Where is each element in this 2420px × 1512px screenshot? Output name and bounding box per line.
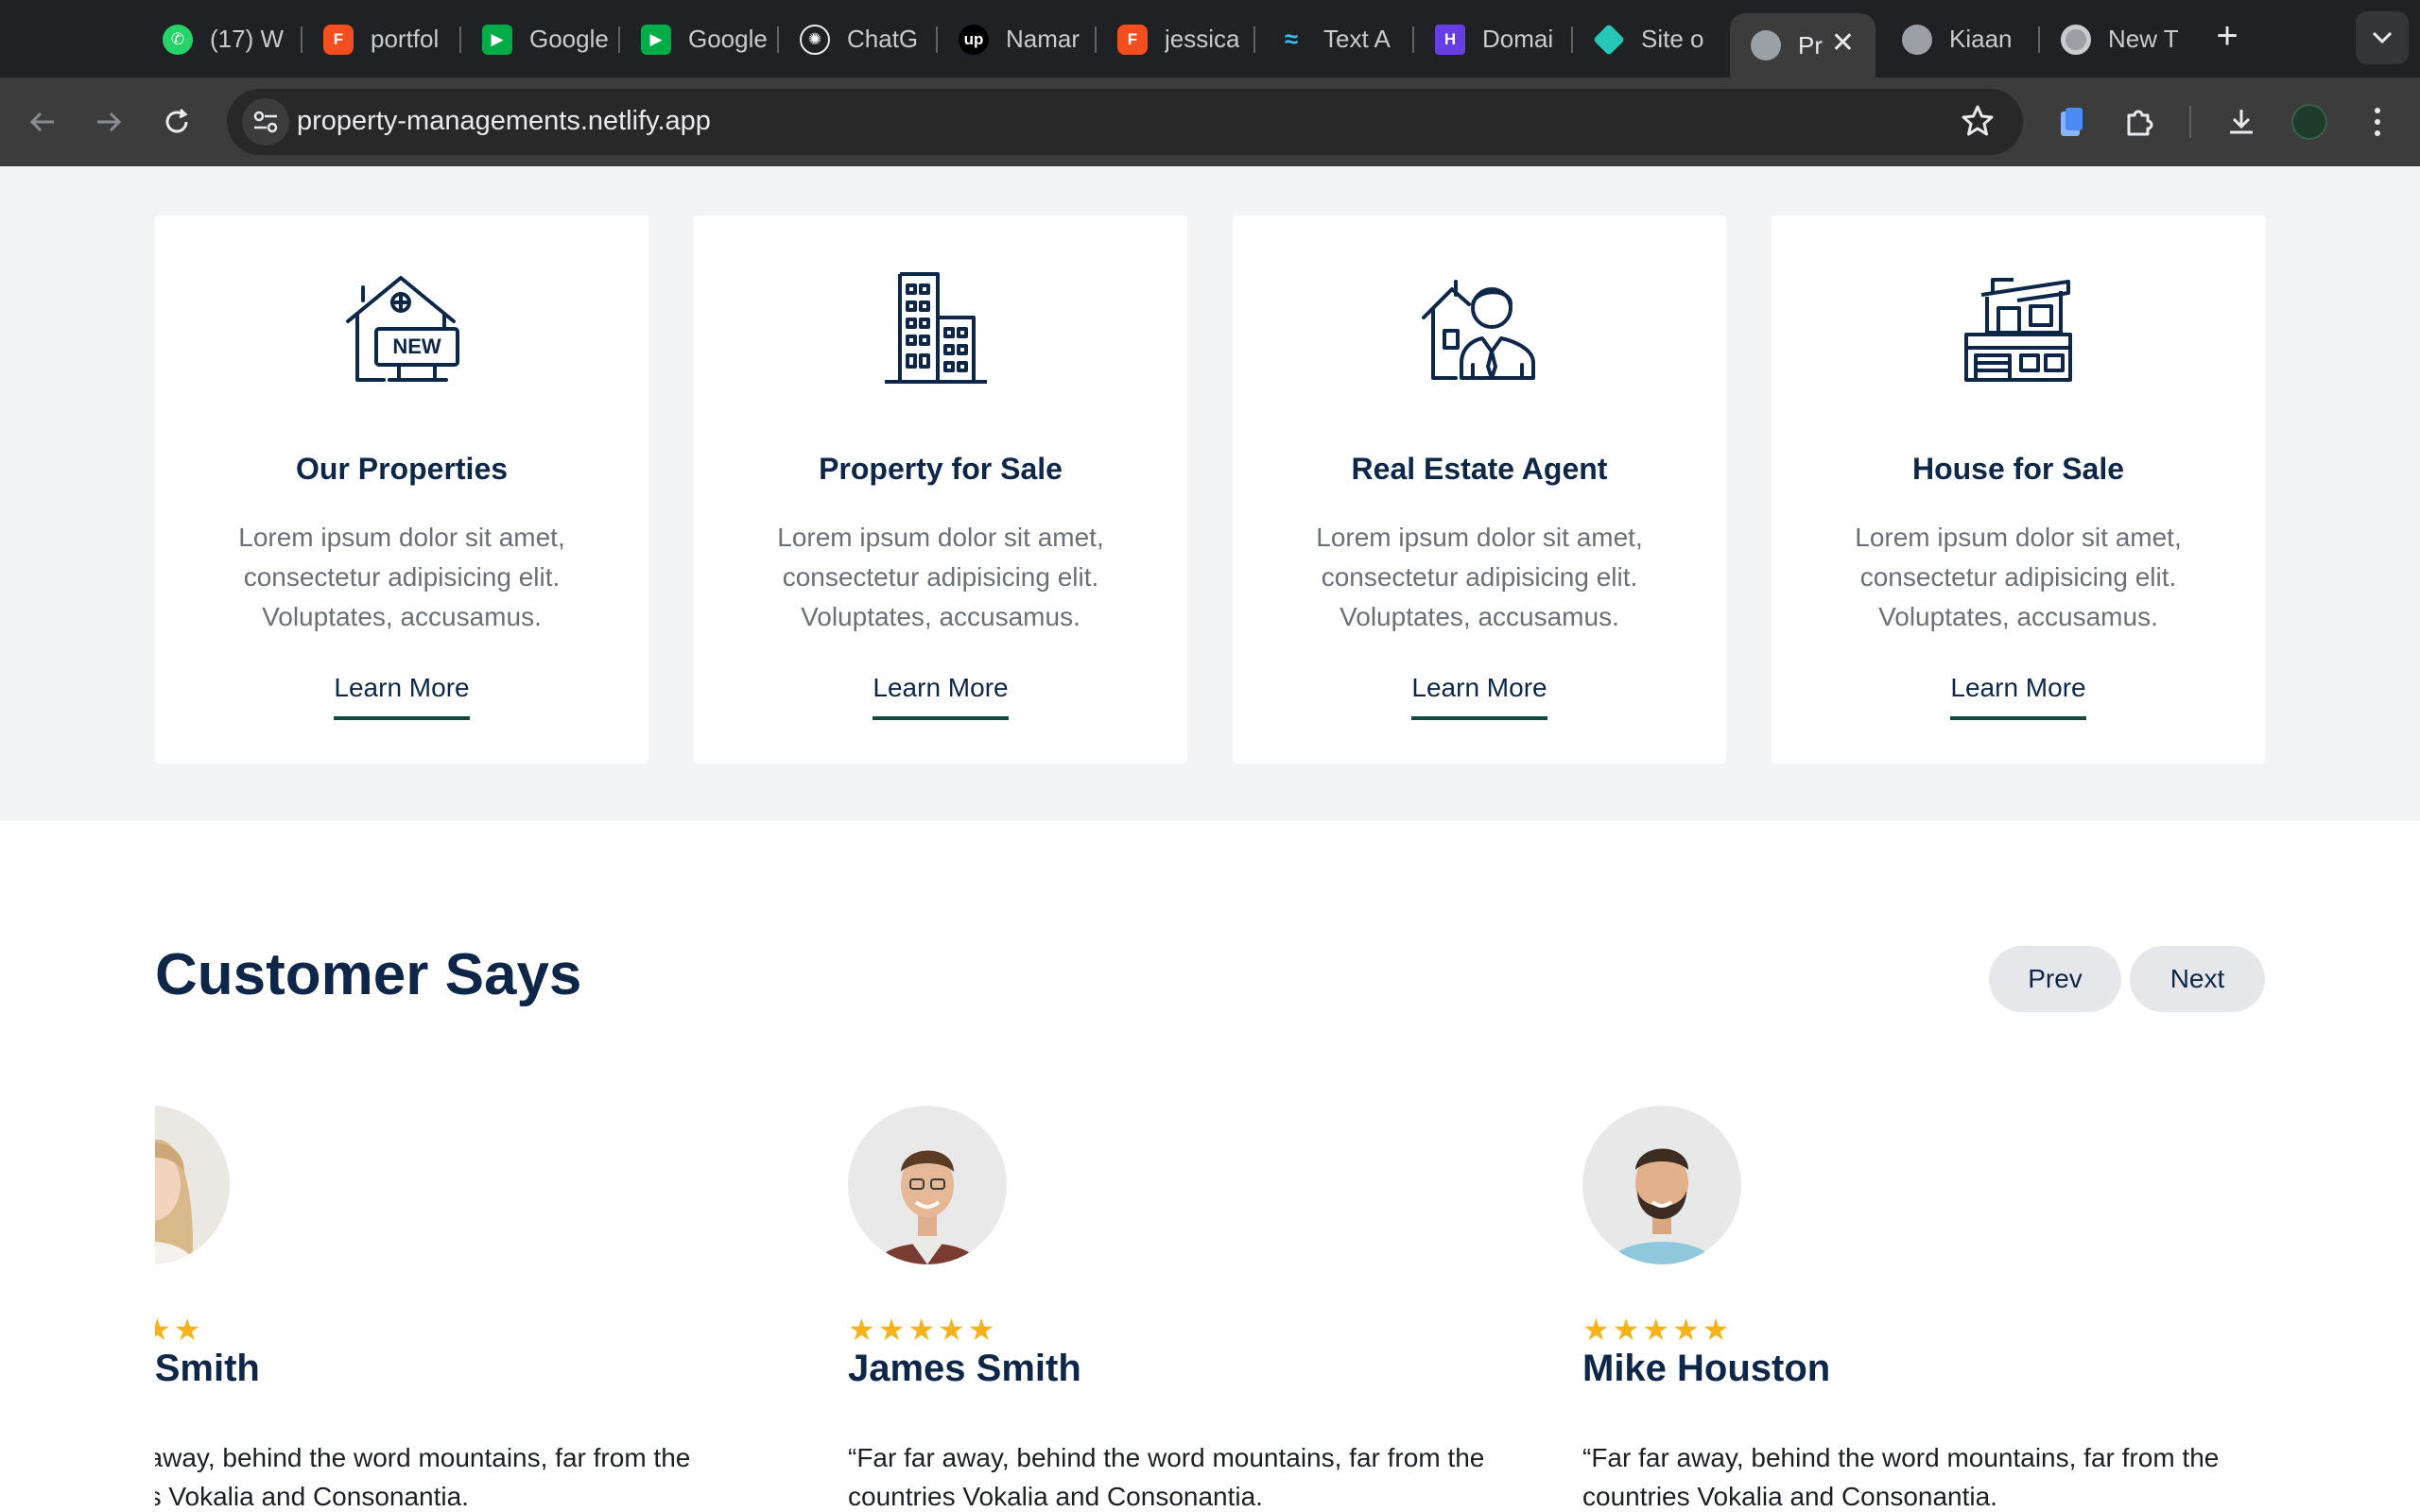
reload-icon — [165, 108, 188, 133]
browser-tab-active[interactable]: Pr ✕ — [1730, 13, 1876, 77]
browser-tab[interactable]: Site o — [1573, 13, 1724, 65]
service-card: Real Estate Agent Lorem ipsum dolor sit … — [1233, 215, 1726, 764]
new-house-icon: NEW — [346, 276, 459, 382]
services-section: NEW Our Properties Lorem ipsum dolor sit… — [0, 166, 2420, 821]
service-card: Property for Sale Lorem ipsum dolor sit … — [694, 215, 1187, 764]
browser-tab-strip: ✆ (17) W F portfol ▶ Google ▶ Google ✺ C… — [0, 0, 2420, 77]
profile-avatar[interactable] — [2288, 100, 2331, 144]
rating-stars: ★★★★★ — [155, 1313, 204, 1347]
chatgpt-icon: ✺ — [800, 24, 830, 55]
browser-tab[interactable]: H Domai — [1414, 13, 1565, 65]
netlify-icon — [1593, 23, 1625, 56]
google-meet-icon: ▶ — [641, 24, 671, 55]
tailwind-icon: ≈ — [1284, 25, 1299, 53]
card-description: Lorem ipsum dolor sit amet, consectetur … — [777, 523, 1104, 631]
browser-menu-icon[interactable] — [2356, 100, 2399, 144]
section-title: Customer Says — [155, 942, 582, 1007]
learn-more-link[interactable]: Learn More — [1950, 673, 2086, 720]
whatsapp-icon: ✆ — [163, 24, 193, 55]
site-info-icon[interactable] — [242, 98, 289, 146]
learn-more-link[interactable]: Learn More — [873, 673, 1009, 720]
browser-tab[interactable]: ▶ Google — [620, 13, 771, 65]
browser-tab[interactable]: Kiaan — [1881, 13, 2032, 65]
card-description: Lorem ipsum dolor sit amet, consectetur … — [1316, 523, 1643, 631]
learn-more-link[interactable]: Learn More — [334, 673, 470, 720]
reviewer-name: Dave Smith — [155, 1348, 260, 1389]
download-icon[interactable] — [2220, 100, 2263, 144]
review-quote: “Far far away, behind the word mountains… — [848, 1443, 1485, 1511]
review-quote: “Far far away, behind the word mountains… — [155, 1443, 691, 1511]
extension-docs-icon[interactable] — [2049, 100, 2093, 144]
browser-tab[interactable]: F jessica — [1097, 13, 1248, 65]
back-button[interactable] — [19, 98, 66, 146]
review-quote: “Far far away, behind the word mountains… — [1582, 1443, 2220, 1511]
service-card: House for Sale Lorem ipsum dolor sit ame… — [1772, 215, 2265, 764]
bookmark-star-icon[interactable] — [1959, 102, 1996, 140]
svg-text:NEW: NEW — [392, 335, 441, 358]
avatar — [848, 1106, 1007, 1264]
hostinger-icon: H — [1435, 24, 1465, 55]
next-button[interactable]: Next — [2130, 946, 2265, 1012]
card-title: Property for Sale — [819, 452, 1063, 486]
browser-tab[interactable]: F portfol — [302, 13, 454, 65]
arrow-left-icon — [29, 112, 54, 132]
browser-tab[interactable]: New T — [2040, 13, 2191, 65]
google-meet-icon: ▶ — [482, 24, 512, 55]
learn-more-link[interactable]: Learn More — [1411, 673, 1547, 720]
extensions-puzzle-icon[interactable] — [2118, 100, 2161, 144]
card-description: Lorem ipsum dolor sit amet, consectetur … — [238, 523, 565, 631]
browser-tab[interactable]: ✆ (17) W — [142, 13, 293, 65]
upwork-icon: up — [959, 24, 989, 55]
testimonial-carousel: ★★★★★ Dave Smith “Far far away, behind t… — [155, 1087, 2273, 1512]
reload-button[interactable] — [153, 98, 200, 146]
browser-tab[interactable]: ✺ ChatG — [779, 13, 930, 65]
prev-button[interactable]: Prev — [1989, 946, 2121, 1012]
chevron-down-icon — [2372, 31, 2393, 44]
globe-icon — [1902, 24, 1932, 55]
forward-button[interactable] — [85, 98, 132, 146]
agent-icon — [1422, 280, 1535, 380]
figma-icon: F — [1117, 24, 1148, 55]
browser-toolbar: property-managements.netlify.app — [0, 77, 2420, 166]
browser-tab[interactable]: ▶ Google — [461, 13, 613, 65]
arrow-right-icon — [97, 112, 122, 132]
rating-stars: ★★★★★ — [1582, 1313, 1733, 1347]
tab-search-button[interactable] — [2356, 11, 2409, 64]
card-title: Real Estate Agent — [1351, 452, 1608, 486]
new-tab-button[interactable]: + — [2210, 17, 2244, 57]
avatar — [155, 1106, 230, 1264]
reviewer-name: James Smith — [848, 1348, 1081, 1389]
card-title: Our Properties — [295, 452, 509, 486]
browser-tab[interactable]: ≈ Text A — [1255, 13, 1407, 65]
close-tab-icon[interactable]: ✕ — [1831, 26, 1855, 60]
buildings-icon — [885, 272, 987, 384]
globe-icon — [1751, 30, 1781, 60]
address-bar[interactable]: property-managements.netlify.app — [227, 89, 2023, 155]
modern-house-icon — [1964, 278, 2072, 382]
rating-stars: ★★★★★ — [848, 1313, 998, 1347]
figma-icon: F — [323, 24, 354, 55]
card-description: Lorem ipsum dolor sit amet, consectetur … — [1855, 523, 2182, 631]
chrome-icon — [2061, 24, 2091, 55]
browser-tab[interactable]: up Namar — [938, 13, 1089, 65]
avatar — [1582, 1106, 1741, 1264]
card-title: House for Sale — [1911, 452, 2125, 486]
reviewer-name: Mike Houston — [1582, 1348, 1831, 1389]
service-card: NEW Our Properties Lorem ipsum dolor sit… — [155, 215, 648, 764]
url-text[interactable]: property-managements.netlify.app — [297, 106, 711, 137]
